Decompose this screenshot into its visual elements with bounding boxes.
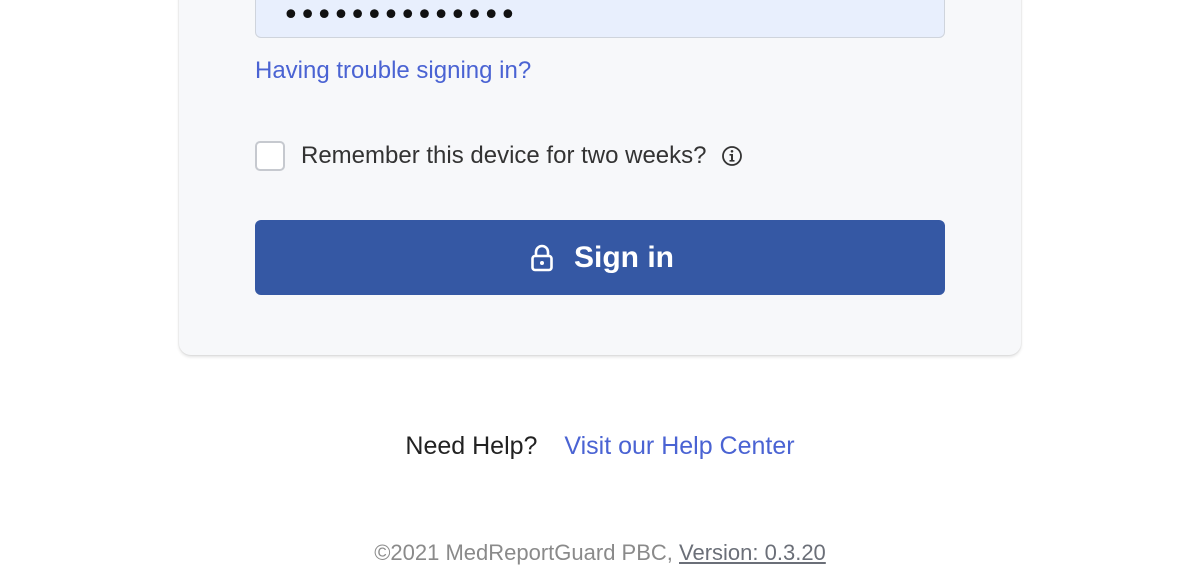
help-row: Need Help? Visit our Help Center [0, 432, 1200, 461]
help-center-link[interactable]: Visit our Help Center [564, 432, 794, 460]
version-link[interactable]: Version: 0.3.20 [679, 540, 826, 565]
remember-device-row: Remember this device for two weeks? [255, 140, 743, 172]
info-circle-icon[interactable] [721, 145, 743, 167]
sign-in-button[interactable]: Sign in [255, 220, 945, 295]
footer: ©2021 MedReportGuard PBC, Version: 0.3.2… [0, 540, 1200, 566]
copyright-text: ©2021 MedReportGuard PBC, [374, 540, 673, 565]
remember-device-label: Remember this device for two weeks? [301, 142, 707, 169]
remember-device-checkbox[interactable] [255, 141, 285, 171]
need-help-text: Need Help? [405, 432, 538, 460]
signin-card [179, 0, 1021, 355]
password-mask: •••••••••••••• [282, 0, 517, 33]
trouble-signing-in-link[interactable]: Having trouble signing in? [255, 57, 531, 85]
lock-icon [526, 242, 558, 274]
sign-in-label: Sign in [574, 240, 674, 274]
password-field[interactable]: •••••••••••••• [255, 0, 945, 38]
